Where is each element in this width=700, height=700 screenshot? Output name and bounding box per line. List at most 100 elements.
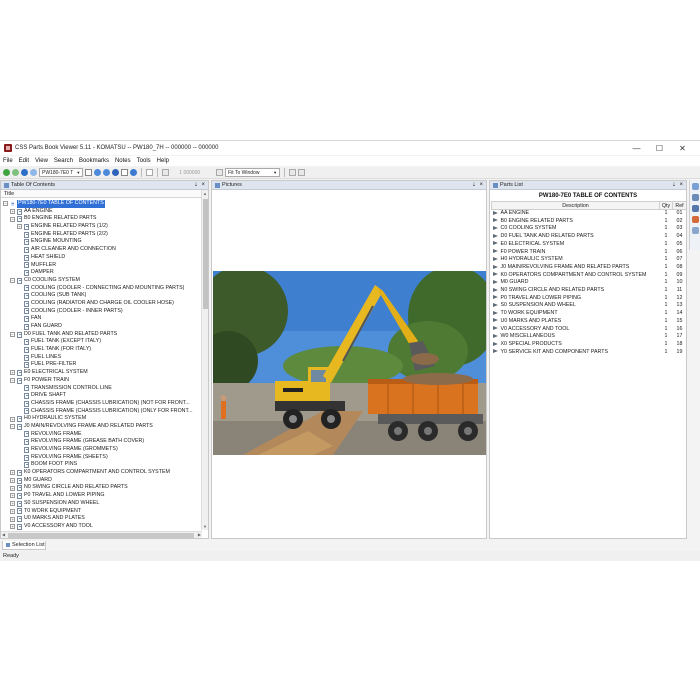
collapse-icon[interactable]: −: [10, 378, 15, 384]
link-arrow-icon[interactable]: [492, 256, 498, 261]
tree-item[interactable]: FAN GUARD: [1, 323, 202, 331]
tree-item[interactable]: CHASSIS FRAME (CHASSIS LUBRICATION) (ONL…: [1, 408, 202, 416]
tree-item[interactable]: AIR CLEANER AND CONNECTION: [1, 246, 202, 254]
tree-item[interactable]: + K0 OPERATORS COMPARTMENT AND CONTROL SY…: [1, 469, 202, 477]
expand-icon[interactable]: +: [10, 209, 15, 215]
tree-item[interactable]: BOOM FOOT PINS: [1, 461, 202, 469]
expand-icon[interactable]: +: [10, 524, 15, 530]
picture-viewer[interactable]: [212, 190, 486, 538]
parts-row[interactable]: T0 WORK EQUIPMENT 1 14: [492, 310, 687, 318]
tree-item[interactable]: − D0 FUEL TANK AND RELATED PARTS: [1, 331, 202, 339]
zoom-icon[interactable]: [692, 227, 699, 234]
toc-column-header[interactable]: Title: [1, 190, 208, 198]
edit-icon[interactable]: [298, 169, 306, 176]
menu-notes[interactable]: Notes: [115, 158, 131, 164]
toc-horizontal-scrollbar[interactable]: ◀ ▶: [1, 531, 202, 538]
tree-item[interactable]: FUEL TANK (FOR ITALY): [1, 346, 202, 354]
link-arrow-icon[interactable]: [492, 233, 498, 238]
expand-icon[interactable]: +: [17, 224, 22, 230]
zoom-out-icon[interactable]: [103, 169, 111, 176]
collapse-icon[interactable]: −: [3, 201, 8, 207]
menu-search[interactable]: Search: [54, 158, 73, 164]
fit-icon[interactable]: [216, 169, 224, 176]
column-header-description[interactable]: Description: [491, 201, 660, 210]
tree-item[interactable]: + V0 ACCESSORY AND TOOL: [1, 523, 202, 530]
expand-icon[interactable]: +: [10, 470, 15, 476]
collapse-icon[interactable]: −: [10, 278, 15, 284]
link-arrow-icon[interactable]: [492, 241, 498, 246]
info-icon[interactable]: [130, 169, 138, 176]
tree-item[interactable]: − J0 MAIN/REVOLVING FRAME AND RELATED PAR…: [1, 423, 202, 431]
notes-icon[interactable]: [692, 205, 699, 212]
tree-item[interactable]: TRANSMISSION CONTROL LINE: [1, 385, 202, 393]
menu-help[interactable]: Help: [157, 158, 169, 164]
tree-item[interactable]: + T0 WORK EQUIPMENT: [1, 508, 202, 516]
print-icon[interactable]: [85, 169, 93, 176]
scrollbar-thumb[interactable]: [8, 533, 194, 538]
pin-icon[interactable]: ⇣: [672, 182, 676, 188]
parts-row[interactable]: B0 ENGINE RELATED PARTS 1 02: [492, 218, 687, 226]
tree-item[interactable]: COOLING (COOLER - CONNECTING AND MOUNTIN…: [1, 285, 202, 293]
expand-icon[interactable]: +: [10, 485, 15, 491]
close-button[interactable]: ✕: [671, 141, 694, 155]
link-arrow-icon[interactable]: [492, 210, 498, 215]
collapse-icon[interactable]: −: [10, 332, 15, 338]
link-arrow-icon[interactable]: [492, 295, 498, 300]
close-icon[interactable]: ×: [201, 182, 205, 188]
tree-item[interactable]: REVOLVING FRAME (GREASE BATH COVER): [1, 438, 202, 446]
tree-item[interactable]: DRIVE SHAFT: [1, 392, 202, 400]
parts-row[interactable]: X0 SPECIAL PRODUCTS 1 18: [492, 341, 687, 349]
tree-item[interactable]: + U0 MARKS AND PLATES: [1, 515, 202, 523]
column-header-qty[interactable]: Qty: [659, 201, 673, 210]
tools-icon[interactable]: [692, 216, 699, 223]
rotate-icon[interactable]: [289, 169, 297, 176]
link-arrow-icon[interactable]: [492, 310, 498, 315]
tree-item[interactable]: HEAT SHIELD: [1, 254, 202, 262]
expand-icon[interactable]: +: [10, 493, 15, 499]
pointer-icon[interactable]: [146, 169, 154, 176]
tree-item[interactable]: + P0 TRAVEL AND LOWER PIPING: [1, 492, 202, 500]
home-icon[interactable]: [21, 169, 28, 176]
tree-item[interactable]: COOLING (RADIATOR AND CHARGE OIL COOLER …: [1, 300, 202, 308]
parts-row[interactable]: C0 COOLING SYSTEM 1 03: [492, 225, 687, 233]
parts-row[interactable]: K0 OPERATORS COMPARTMENT AND CONTROL SYS…: [492, 272, 687, 280]
tree-item[interactable]: + AA ENGINE: [1, 208, 202, 216]
link-arrow-icon[interactable]: [492, 341, 498, 346]
parts-row[interactable]: M0 GUARD 1 10: [492, 279, 687, 287]
bookmark-icon[interactable]: [692, 194, 699, 201]
back-icon[interactable]: [3, 169, 10, 176]
menu-bookmarks[interactable]: Bookmarks: [79, 158, 109, 164]
link-arrow-icon[interactable]: [492, 287, 498, 292]
tree-item[interactable]: FUEL LINES: [1, 354, 202, 362]
tree-item[interactable]: CHASSIS FRAME (CHASSIS LUBRICATION) (NOT…: [1, 400, 202, 408]
expand-icon[interactable]: +: [10, 478, 15, 484]
tree-item[interactable]: − B0 ENGINE RELATED PARTS: [1, 215, 202, 223]
picture-icon[interactable]: [162, 169, 170, 176]
parts-row[interactable]: N0 SWING CIRCLE AND RELATED PARTS 1 11: [492, 287, 687, 295]
pin-icon[interactable]: ⇣: [194, 182, 198, 188]
close-icon[interactable]: ×: [479, 182, 483, 188]
parts-row[interactable]: J0 MAIN/REVOLVING FRAME AND RELATED PART…: [492, 264, 687, 272]
expand-icon[interactable]: +: [10, 370, 15, 376]
tree-item[interactable]: − C0 COOLING SYSTEM: [1, 277, 202, 285]
model-select[interactable]: PW180-7E0 T ▼: [39, 168, 84, 177]
link-arrow-icon[interactable]: [492, 333, 498, 338]
tree-item[interactable]: + ENGINE RELATED PARTS (1/2): [1, 223, 202, 231]
collapse-icon[interactable]: −: [10, 424, 15, 430]
parts-row[interactable]: H0 HYDRAULIC SYSTEM 1 07: [492, 256, 687, 264]
tree-item[interactable]: FAN: [1, 315, 202, 323]
link-arrow-icon[interactable]: [492, 326, 498, 331]
expand-icon[interactable]: +: [10, 501, 15, 507]
menu-tools[interactable]: Tools: [137, 158, 151, 164]
link-arrow-icon[interactable]: [492, 303, 498, 308]
tree-item[interactable]: + H0 HYDRAULIC SYSTEM: [1, 415, 202, 423]
scrollbar-thumb[interactable]: [203, 199, 208, 309]
tree-item[interactable]: REVOLVING FRAME: [1, 431, 202, 439]
link-arrow-icon[interactable]: [492, 264, 498, 269]
tree-item[interactable]: ENGINE MOUNTING: [1, 238, 202, 246]
tree-item[interactable]: REVOLVING FRAME (SHEETS): [1, 454, 202, 462]
scroll-down-icon[interactable]: ▼: [203, 524, 207, 529]
link-arrow-icon[interactable]: [492, 226, 498, 230]
parts-row[interactable]: AA ENGINE 1 01: [492, 210, 687, 218]
tree-item[interactable]: + N0 SWING CIRCLE AND RELATED PARTS: [1, 484, 202, 492]
